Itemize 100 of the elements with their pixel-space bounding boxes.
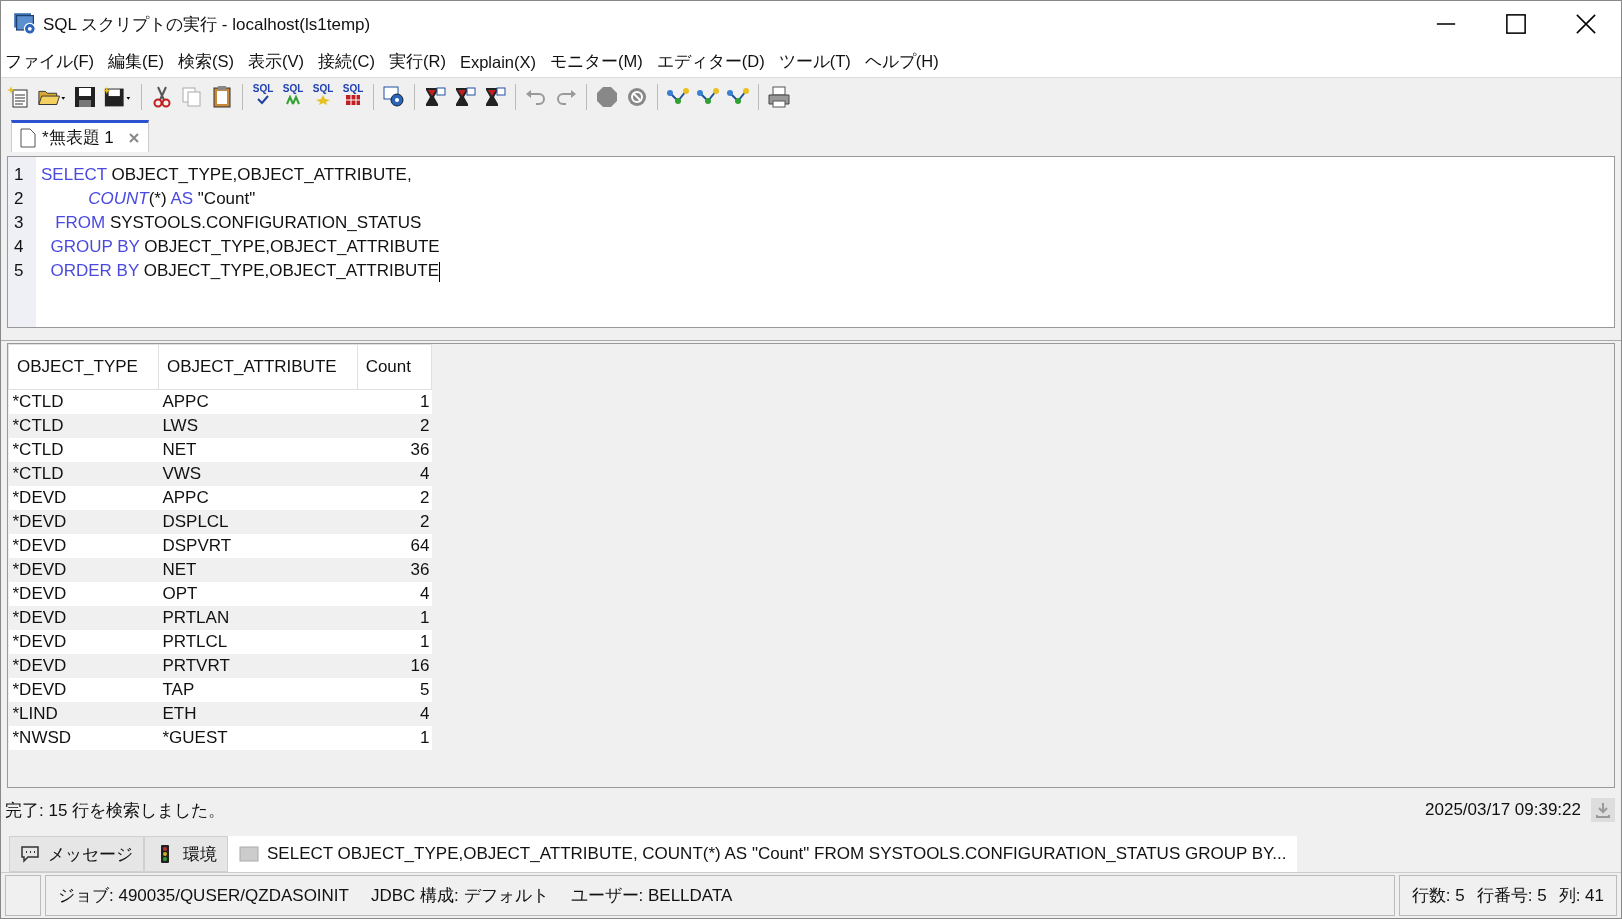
table-cell: *CTLD: [8, 438, 159, 462]
table-cell: *NWSD: [8, 726, 159, 750]
table-cell: *DEVD: [8, 486, 159, 510]
table-cell: APPC: [158, 389, 358, 414]
save-icon[interactable]: [73, 85, 97, 109]
line-number: 5: [13, 260, 25, 282]
table-cell: *DEVD: [8, 630, 159, 654]
menu-item[interactable]: モニター(M): [550, 51, 643, 73]
table-cell: ETH: [158, 702, 358, 726]
menu-item[interactable]: 接続(C): [318, 51, 375, 73]
panel-tab[interactable]: 環境: [144, 836, 228, 872]
speech-bubble-icon: [20, 844, 40, 864]
table-cell: *DEVD: [8, 558, 159, 582]
panel-tab[interactable]: SELECT OBJECT_TYPE,OBJECT_ATTRIBUTE, COUNT(*) AS "Count" FROM SYSTOOLS.CONFIGURATION_STATUS GROUP BY...: [228, 836, 1298, 872]
table-cell: 4: [357, 702, 432, 726]
document-icon: [20, 127, 36, 148]
table-cell: DSPLCL: [158, 510, 358, 534]
hourglass-icon[interactable]: [423, 85, 447, 109]
table-cell: 1: [357, 606, 432, 630]
table-cell: 1: [357, 630, 432, 654]
table-cell: PRTLCL: [158, 630, 358, 654]
tab-label: メッセージ: [48, 843, 133, 866]
new-file-icon[interactable]: [7, 85, 31, 109]
column-number: 列: 41: [1558, 885, 1604, 907]
table-cell: LWS: [158, 414, 358, 438]
table-cell: 1: [357, 726, 432, 750]
line-number: 4: [13, 236, 25, 258]
menu-item[interactable]: 実行(R): [389, 51, 446, 73]
table-cell: 4: [357, 462, 432, 486]
timestamp: 2025/03/17 09:39:22: [1425, 800, 1581, 820]
table-cell: 5: [357, 678, 432, 702]
menu-item[interactable]: 表示(V): [248, 51, 305, 73]
table-cell: *DEVD: [8, 678, 159, 702]
table-cell: *GUEST: [158, 726, 358, 750]
table-cell: TAP: [158, 678, 358, 702]
table-cell: PRTLAN: [158, 606, 358, 630]
menu-item[interactable]: エディター(D): [656, 51, 765, 73]
menu-item[interactable]: 検索(S): [178, 51, 235, 73]
table-cell: 16: [357, 654, 432, 678]
table-cell: PRTVRT: [158, 654, 358, 678]
table-cell: *CTLD: [8, 414, 159, 438]
user-info: ユーザー: BELLDATA: [570, 885, 733, 907]
table-cell: 36: [357, 558, 432, 582]
table-cell: 2: [357, 510, 432, 534]
menu-item[interactable]: ファイル(F): [5, 51, 95, 73]
table-cell: 2: [357, 486, 432, 510]
line-count: 行数: 5: [1411, 885, 1465, 907]
code-line: SELECT OBJECT_TYPE,OBJECT_ATTRIBUTE,: [41, 164, 412, 186]
cancel-icon[interactable]: [625, 85, 649, 109]
save-all-icon[interactable]: [103, 85, 133, 109]
column-header[interactable]: Count: [357, 344, 432, 390]
table-cell: *CTLD: [8, 462, 159, 486]
table-cell: DSPVRT: [158, 534, 358, 558]
table-cell: *DEVD: [8, 510, 159, 534]
table-cell: VWS: [158, 462, 358, 486]
app-icon: [13, 12, 37, 36]
line-number: 3: [13, 212, 25, 234]
table-cell: NET: [158, 558, 358, 582]
table-cell: *CTLD: [8, 389, 159, 414]
table-cell: *DEVD: [8, 534, 159, 558]
line-number: 2: [13, 188, 25, 210]
hourglass-icon[interactable]: [453, 85, 477, 109]
code-line: ORDER BY OBJECT_TYPE,OBJECT_ATTRIBUTE: [49, 260, 440, 283]
table-cell: *DEVD: [8, 654, 159, 678]
table-cell: 1: [357, 389, 432, 414]
code-line: FROM SYSTOOLS.CONFIGURATION_STATUS: [54, 212, 422, 234]
table-cell: *LIND: [8, 702, 159, 726]
table-cell: 64: [357, 534, 432, 558]
tab-label: 環境: [183, 843, 217, 866]
table-cell: *DEVD: [8, 606, 159, 630]
status-message: 完了: 15 行を検索しました。: [5, 799, 226, 822]
clipboard-icon[interactable]: [210, 85, 234, 109]
table-cell: 2: [357, 414, 432, 438]
tab-label: *無表題 1: [42, 127, 114, 149]
table-cell: 4: [357, 582, 432, 606]
window-title: SQL スクリプトの実行 - localhost(ls1temp): [43, 13, 372, 36]
tab-label: SELECT OBJECT_TYPE,OBJECT_ATTRIBUTE, COUNT(*) AS "Count" FROM SYSTOOLS.CONFIGURATION_STATUS GROUP BY...: [267, 844, 1287, 864]
job-info: ジョブ: 490035/QUSER/QZDASOINIT: [58, 885, 349, 907]
menu-item[interactable]: Explain(X): [459, 52, 536, 72]
code-line: COUNT(*) AS "Count": [87, 188, 256, 210]
close-icon[interactable]: [127, 131, 140, 144]
column-header[interactable]: OBJECT_TYPE: [8, 344, 159, 390]
column-header[interactable]: OBJECT_ATTRIBUTE: [158, 344, 358, 390]
sql-editor[interactable]: 1 2 3 4 5 SELECT OBJECT_TYPE,OBJECT_ATTRIBUTE, COUNT(*) AS "Count" FROM SYSTOOLS.CONFIGURATION_STATUS GROUP BY OBJECT_TYPE,OBJECT_ATTRIBUTE ORDER BY OBJECT_TYPE,OBJECT_ATTRIBUTE: [7, 156, 1615, 328]
code-line: GROUP BY OBJECT_TYPE,OBJECT_ATTRIBUTE: [49, 236, 440, 258]
editor-tab[interactable]: *無表題 1: [11, 120, 149, 152]
stop-icon[interactable]: [595, 85, 619, 109]
hourglass-icon[interactable]: [483, 85, 507, 109]
printer-icon[interactable]: [767, 85, 791, 109]
menu-item[interactable]: 編集(E): [108, 51, 165, 73]
table-cell: NET: [158, 438, 358, 462]
menu-item[interactable]: ヘルプ(H): [864, 51, 939, 73]
line-number: 行番号: 5: [1476, 885, 1547, 907]
table-cell: OPT: [158, 582, 358, 606]
table-cell: *DEVD: [8, 582, 159, 606]
menu-item[interactable]: ツール(T): [778, 51, 851, 73]
panel-tab[interactable]: メッセージ: [9, 836, 144, 872]
table-cell: APPC: [158, 486, 358, 510]
table-cell: 36: [357, 438, 432, 462]
status-panel: [5, 875, 41, 916]
